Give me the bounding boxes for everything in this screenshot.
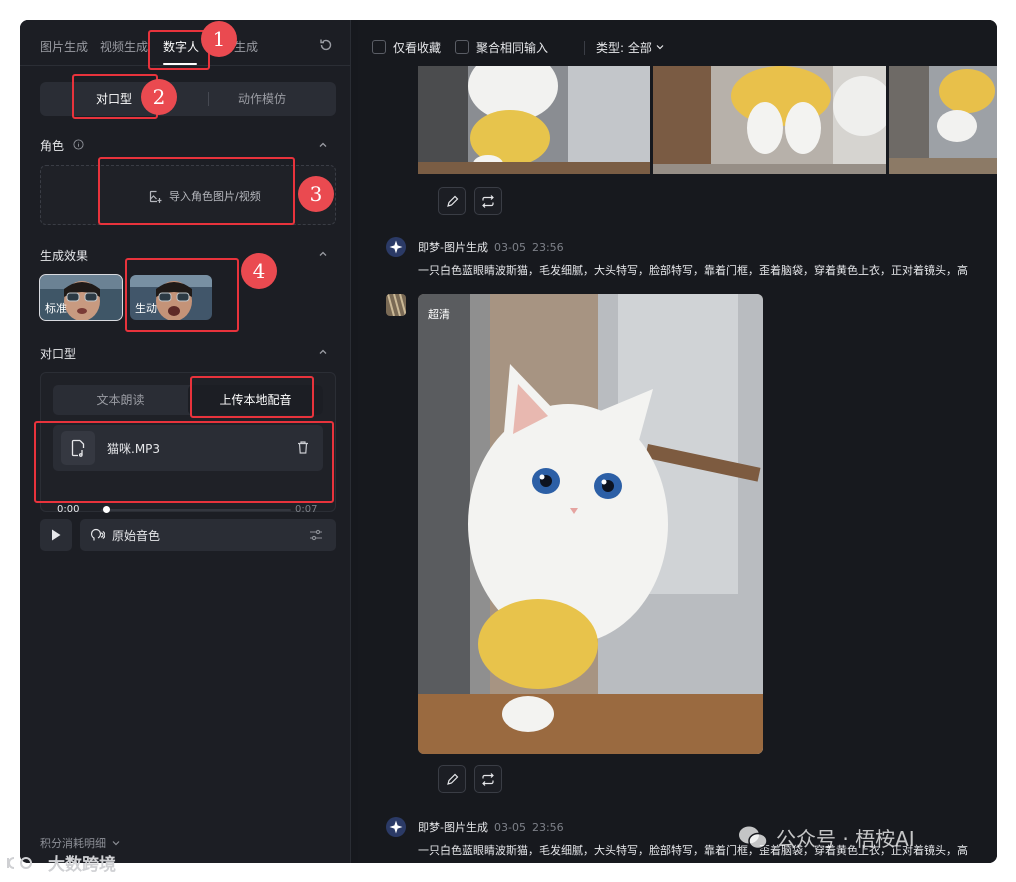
annotation-number-4: 4: [241, 253, 277, 289]
annotation-number-2: 2: [141, 79, 177, 115]
pencil-icon: [446, 773, 458, 785]
voice-icon: [90, 528, 105, 541]
dreamina-avatar: [386, 817, 406, 837]
audio-progress-track[interactable]: [101, 509, 291, 511]
sparkle-icon: [389, 240, 403, 254]
message-header: 即梦-图片生成 03-05 23:56: [418, 239, 564, 255]
lipsync-source-segment: 文本朗读 上传本地配音: [53, 385, 323, 415]
app-window: 图片生成 视频生成 数字人 生成 对口型 动作模仿 角色 导入角色图片/视频 生…: [20, 20, 997, 863]
message-time: 23:56: [531, 821, 564, 834]
gallery-image[interactable]: [653, 66, 886, 174]
message-source: 即梦-图片生成: [418, 821, 488, 834]
annotation-number-3: 3: [298, 176, 334, 212]
watermark-left-text: 大数跨境: [48, 855, 116, 875]
character-upload-area[interactable]: 导入角色图片/视频: [40, 165, 336, 225]
results-panel: 仅看收藏 聚合相同输入 类型: 全部 即梦-图片生成 03-05 23:56 一…: [358, 20, 997, 863]
refresh-icon[interactable]: [318, 37, 334, 53]
favorites-checkbox[interactable]: [372, 40, 386, 54]
message-date: 03-05: [493, 241, 526, 254]
gallery-image[interactable]: [888, 66, 997, 174]
lipsync-title: 对口型: [40, 347, 77, 361]
effect-vivid-label: 生动: [135, 302, 157, 315]
generated-cat-image[interactable]: 超清: [418, 294, 763, 754]
message-header: 即梦-图片生成 03-05 23:56: [418, 819, 564, 835]
gallery-image[interactable]: [418, 66, 651, 174]
settings-sliders-icon[interactable]: [309, 528, 323, 542]
audio-file-icon: [61, 431, 95, 465]
tab-image-generation[interactable]: 图片生成: [40, 38, 88, 55]
effect-title: 生成效果: [40, 249, 89, 263]
upload-voice-tab[interactable]: 上传本地配音: [188, 385, 323, 415]
chevron-down-icon[interactable]: [655, 42, 665, 52]
message-prompt: 一只白色蓝眼睛波斯猫，毛发细腻，大头特写，脸部特写，靠着门框，歪着脑袋，穿着黄色…: [418, 264, 968, 277]
left-panel: 图片生成 视频生成 数字人 生成 对口型 动作模仿 角色 导入角色图片/视频 生…: [20, 20, 351, 863]
voice-label: 原始音色: [112, 529, 161, 543]
upload-label: 导入角色图片/视频: [169, 190, 261, 203]
character-title: 角色: [40, 139, 65, 153]
tab-video-generation[interactable]: 视频生成: [100, 38, 148, 55]
dreamina-avatar: [386, 237, 406, 257]
logo-icon: [7, 856, 32, 869]
hd-badge: 超清: [428, 308, 450, 321]
message-time: 23:56: [531, 241, 564, 254]
top-tabs: 图片生成 视频生成 数字人 生成: [20, 20, 351, 66]
image-gallery-strip: [418, 66, 997, 174]
message-source: 即梦-图片生成: [418, 241, 488, 254]
credits-detail-link[interactable]: 积分消耗明细: [40, 835, 121, 851]
audio-total-time: 0:07: [295, 504, 318, 515]
regenerate-button[interactable]: [474, 765, 502, 793]
audio-current-time: 0:00: [57, 504, 80, 515]
voice-selector[interactable]: 原始音色: [80, 519, 336, 551]
user-avatar: [386, 294, 406, 316]
pencil-icon: [446, 195, 458, 207]
mode-motion-button[interactable]: 动作模仿: [188, 82, 336, 116]
play-button[interactable]: [40, 519, 72, 551]
regenerate-button[interactable]: [474, 187, 502, 215]
edit-button[interactable]: [438, 187, 466, 215]
edit-button[interactable]: [438, 765, 466, 793]
repeat-icon: [482, 194, 494, 208]
merge-checkbox[interactable]: [455, 40, 469, 54]
credits-label: 积分消耗明细: [40, 837, 106, 850]
watermark-right-text: 公众号 · 梧桉AI: [776, 827, 915, 851]
audio-progress-knob[interactable]: [103, 506, 110, 513]
filter-bar: 仅看收藏 聚合相同输入 类型: 全部: [358, 20, 997, 66]
audio-file-name: 猫咪.MP3: [107, 442, 161, 456]
play-icon: [52, 529, 61, 541]
tab-digital-human[interactable]: 数字人: [163, 38, 199, 55]
watermark-right: 公众号 · 梧桉AI: [738, 823, 915, 852]
merge-label[interactable]: 聚合相同输入: [476, 39, 548, 56]
effect-standard-label: 标准: [45, 302, 67, 315]
effect-standard-option[interactable]: 标准: [39, 274, 123, 321]
sparkle-icon: [389, 820, 403, 834]
chevron-up-icon[interactable]: [317, 248, 329, 260]
wechat-icon: [739, 826, 768, 849]
repeat-icon: [482, 772, 494, 786]
effect-vivid-option[interactable]: 生动: [130, 275, 212, 320]
active-tab-indicator: [163, 63, 197, 65]
watermark-left: 大数跨境: [6, 850, 116, 875]
favorites-label[interactable]: 仅看收藏: [393, 39, 441, 56]
text-reading-tab[interactable]: 文本朗读: [53, 385, 188, 415]
image-upload-icon: [149, 190, 162, 203]
filter-divider: [584, 41, 585, 55]
message-date: 03-05: [493, 821, 526, 834]
audio-file-row: 猫咪.MP3: [53, 425, 323, 471]
tab-generation[interactable]: 生成: [234, 38, 258, 55]
info-icon[interactable]: [73, 139, 84, 150]
annotation-number-1: 1: [201, 21, 237, 57]
mode-segment: 对口型 动作模仿: [40, 82, 336, 116]
trash-icon[interactable]: [296, 440, 310, 455]
chevron-up-icon[interactable]: [317, 346, 329, 358]
chevron-down-icon: [112, 841, 120, 846]
type-dropdown[interactable]: 类型: 全部: [596, 39, 652, 56]
lipsync-card: 文本朗读 上传本地配音 猫咪.MP3 0:00 0:07: [40, 372, 336, 515]
chevron-up-icon[interactable]: [317, 139, 329, 151]
